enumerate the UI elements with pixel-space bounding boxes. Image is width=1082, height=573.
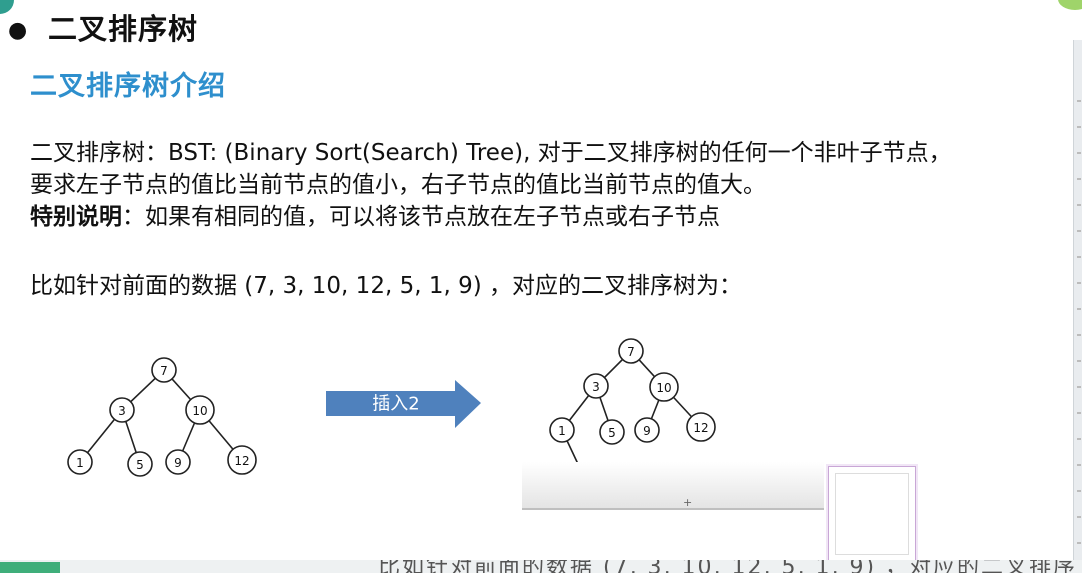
tree-before: 7 3 10 1 5 9 12 [67, 357, 257, 477]
definition-line-1: 二叉排序树：BST: (Binary Sort(Search) Tree), 对… [30, 140, 952, 166]
special-note-label: 特别说明 [30, 204, 122, 230]
bullet-icon: ● [8, 18, 28, 43]
before-node-label-5: 5 [136, 458, 144, 472]
after-node-7: 7 [618, 338, 644, 364]
after-node-1: 1 [549, 417, 575, 443]
after-node-label-3: 3 [592, 380, 600, 394]
after-node-label-12: 12 [693, 421, 708, 435]
before-node-label-3: 3 [118, 404, 126, 418]
page-title: 二叉排序树 [48, 12, 199, 46]
after-node-label-7: 7 [627, 345, 635, 359]
after-node-label-10: 10 [656, 381, 671, 395]
before-node-12: 12 [227, 445, 257, 475]
before-node-label-7: 7 [160, 364, 168, 378]
overlay-band [522, 462, 824, 510]
before-node-5: 5 [127, 451, 153, 477]
thumbnail-preview[interactable] [828, 466, 916, 562]
insert-arrow: 插入2 [326, 380, 481, 428]
before-node-7: 7 [151, 357, 177, 383]
before-node-1: 1 [67, 449, 93, 475]
corner-accent [1058, 0, 1082, 10]
after-node-3: 3 [583, 373, 609, 399]
corner-badge [0, 0, 14, 14]
definition-line-2: 要求左子节点的值比当前节点的值小，右子节点的值比当前节点的值大。 [30, 172, 766, 198]
after-node-10: 10 [649, 372, 679, 402]
after-node-9: 9 [634, 417, 660, 443]
arrow-label: 插入2 [372, 394, 419, 415]
after-node-5: 5 [599, 419, 625, 445]
special-note: 特别说明：如果有相同的值，可以将该节点放在左子节点或右子节点 [30, 201, 720, 233]
before-node-label-10: 10 [192, 404, 207, 418]
after-node-label-5: 5 [608, 426, 616, 440]
bottom-strip: 比如针对前面的数据 (7, 3, 10, 12, 5, 1, 9) ，对应的二叉… [0, 560, 1082, 573]
before-node-label-1: 1 [76, 456, 84, 470]
after-node-label-1: 1 [558, 424, 566, 438]
after-node-label-9: 9 [643, 424, 651, 438]
plus-icon: + [683, 496, 693, 509]
after-node-12: 12 [686, 412, 716, 442]
bottom-accent [0, 562, 60, 573]
slide: ● 二叉排序树 二叉排序树介绍 二叉排序树：BST: (Binary Sort(… [0, 0, 1082, 573]
before-node-label-12: 12 [234, 454, 249, 468]
before-node-9: 9 [165, 449, 191, 475]
before-node-10: 10 [185, 395, 215, 425]
example-line: 比如针对前面的数据 (7, 3, 10, 12, 5, 1, 9) ，对应的二叉… [30, 273, 743, 299]
special-note-text: ：如果有相同的值，可以将该节点放在左子节点或右子节点 [122, 204, 720, 230]
before-node-3: 3 [109, 397, 135, 423]
section-subtitle: 二叉排序树介绍 [30, 71, 226, 102]
thumbnail-frame [835, 473, 909, 555]
before-node-label-9: 9 [174, 456, 182, 470]
bottom-ghost-text: 比如针对前面的数据 (7, 3, 10, 12, 5, 1, 9) ，对应的二叉… [378, 560, 1078, 573]
